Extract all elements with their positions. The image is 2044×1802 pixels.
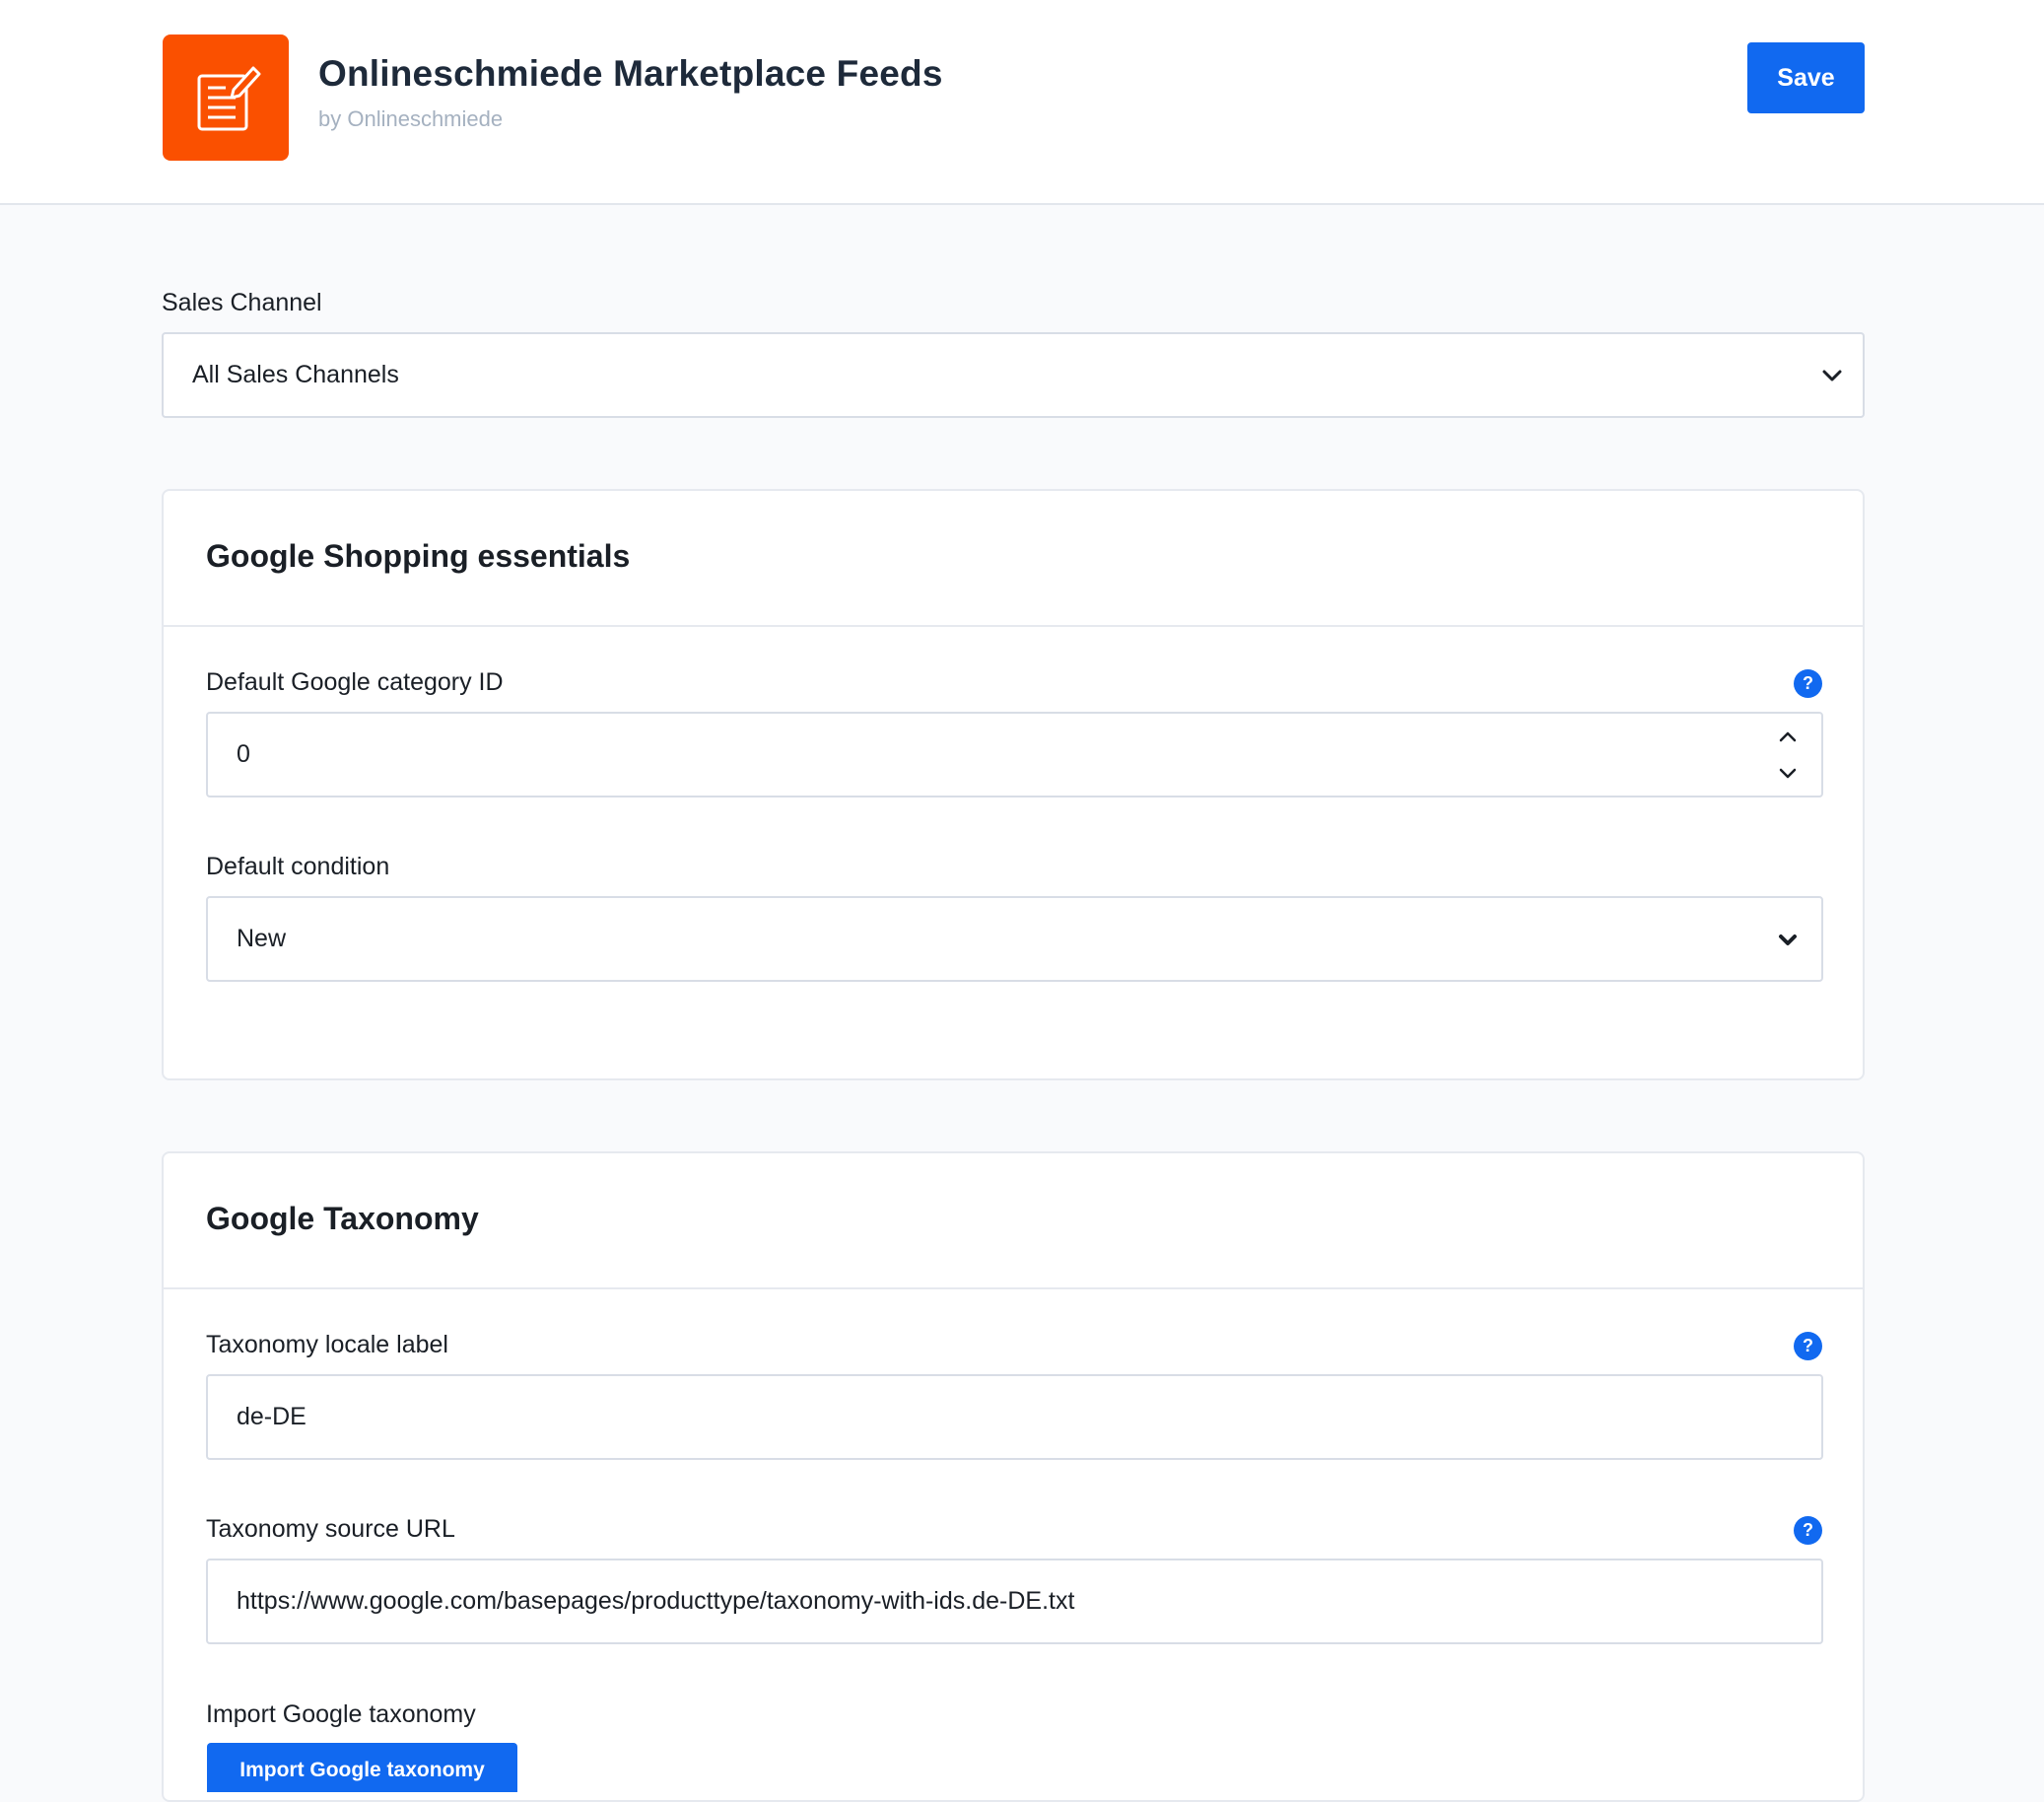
category-id-label: Default Google category ID [206, 668, 504, 696]
import-taxonomy-label: Import Google taxonomy [206, 1700, 476, 1728]
category-id-input[interactable]: 0 [206, 712, 1823, 797]
app-logo [163, 35, 289, 161]
taxonomy-source-url-label: Taxonomy source URL [206, 1515, 455, 1543]
chevron-down-icon [1779, 935, 1797, 945]
card-divider [164, 625, 1863, 627]
category-id-value: 0 [237, 740, 250, 768]
import-taxonomy-button[interactable]: Import Google taxonomy [207, 1743, 517, 1792]
taxonomy-source-url-input[interactable]: https://www.google.com/basepages/product… [206, 1559, 1823, 1644]
condition-label: Default condition [206, 853, 390, 880]
condition-value: New [237, 925, 287, 952]
taxonomy-locale-value: de-DE [237, 1403, 307, 1430]
chevron-down-icon[interactable] [1776, 761, 1800, 785]
sales-channel-label: Sales Channel [162, 289, 322, 316]
help-icon[interactable]: ? [1794, 1516, 1822, 1545]
app-header: Onlineschmiede Marketplace Feeds by Onli… [0, 0, 2044, 205]
taxonomy-locale-label: Taxonomy locale label [206, 1331, 448, 1358]
card-divider [164, 1287, 1863, 1289]
chevron-up-icon[interactable] [1776, 726, 1800, 749]
help-icon[interactable]: ? [1794, 1332, 1822, 1360]
chevron-down-icon [1822, 370, 1842, 381]
google-shopping-essentials-card: Google Shopping essentials Default Googl… [162, 489, 1865, 1080]
taxonomy-source-url-value: https://www.google.com/basepages/product… [237, 1587, 1075, 1615]
taxonomy-locale-input[interactable]: de-DE [206, 1374, 1823, 1460]
condition-select[interactable]: New [206, 896, 1823, 982]
document-edit-icon [197, 66, 261, 131]
sales-channel-value: All Sales Channels [192, 361, 399, 388]
sales-channel-select[interactable]: All Sales Channels [162, 332, 1865, 418]
help-icon[interactable]: ? [1794, 669, 1822, 698]
google-taxonomy-card: Google Taxonomy Taxonomy locale label ? … [162, 1151, 1865, 1802]
card-title-essentials: Google Shopping essentials [206, 538, 631, 574]
save-button[interactable]: Save [1747, 42, 1865, 113]
app-title: Onlineschmiede Marketplace Feeds [318, 53, 943, 94]
card-title-taxonomy: Google Taxonomy [206, 1201, 479, 1236]
app-vendor: by Onlineschmiede [318, 106, 504, 131]
